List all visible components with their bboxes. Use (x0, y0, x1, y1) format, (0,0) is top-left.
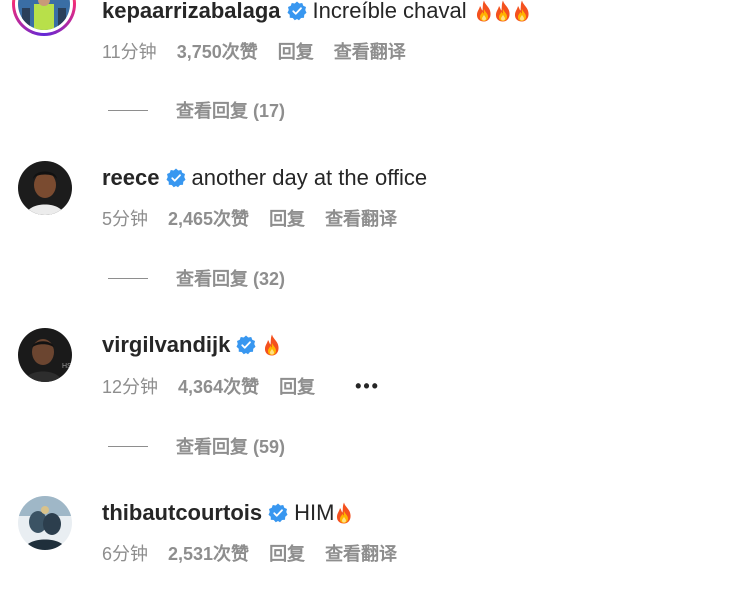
comment-meta: 6分钟 2,531次赞 回复 查看翻译 (102, 541, 417, 565)
username[interactable]: reece (102, 165, 160, 191)
comment-line: reece another day at the office (102, 163, 427, 193)
username[interactable]: kepaarrizabalaga (102, 0, 281, 24)
fire-emoji-icon (494, 0, 512, 22)
username[interactable]: thibautcourtois (102, 500, 262, 526)
comment-time: 5分钟 (102, 209, 149, 229)
likes-count[interactable]: 4,364次赞 (178, 373, 259, 399)
view-replies-button[interactable]: 查看回复 (32) (108, 266, 285, 290)
verified-badge-icon (236, 335, 256, 355)
view-replies-label: 查看回复 (32) (176, 269, 286, 289)
fire-emoji-icon (475, 0, 493, 22)
avatar[interactable] (18, 496, 72, 550)
comment-line: virgilvandijk (102, 330, 281, 360)
avatar-ring-inner (15, 0, 73, 33)
reply-button[interactable]: 回复 (278, 38, 314, 64)
view-replies-button[interactable]: 查看回复 (59) (108, 434, 285, 458)
comment-text: another day at the office (191, 165, 428, 190)
see-translation-button[interactable]: 查看翻译 (325, 540, 397, 566)
replies-divider (108, 445, 148, 447)
comment-text: HIM (294, 500, 335, 525)
fire-emoji-icon (263, 334, 281, 356)
comment-meta: 12分钟 4,364次赞 回复 ••• (102, 374, 400, 398)
svg-text:HS: HS (62, 363, 72, 370)
verified-badge-icon (268, 503, 288, 523)
fire-emoji-icon (335, 502, 353, 524)
more-options-icon[interactable]: ••• (355, 376, 380, 397)
reply-button[interactable]: 回复 (269, 205, 305, 231)
view-replies-button[interactable]: 查看回复 (17) (108, 98, 285, 122)
comment-line: thibautcourtois HIM (102, 498, 353, 528)
view-replies-label: 查看回复 (17) (176, 101, 286, 121)
comment-meta: 5分钟 2,465次赞 回复 查看翻译 (102, 206, 417, 230)
reply-button[interactable]: 回复 (269, 540, 305, 566)
avatar[interactable]: HS (18, 328, 72, 382)
likes-count[interactable]: 3,750次赞 (177, 38, 258, 64)
see-translation-button[interactable]: 查看翻译 (334, 38, 406, 64)
reply-button[interactable]: 回复 (279, 373, 315, 399)
verified-badge-icon (287, 1, 307, 21)
avatar-photo (18, 0, 70, 30)
comment-time: 6分钟 (102, 544, 149, 564)
avatar[interactable] (18, 161, 72, 215)
fire-emoji-icon (513, 0, 531, 22)
likes-count[interactable]: 2,465次赞 (168, 205, 249, 231)
replies-divider (108, 109, 148, 111)
likes-count[interactable]: 2,531次赞 (168, 540, 249, 566)
avatar[interactable] (12, 0, 76, 36)
comment-text: Increíble chaval (312, 0, 467, 23)
comment-line: kepaarrizabalaga Increíble chaval (102, 0, 531, 26)
comment-time: 12分钟 (102, 377, 159, 397)
see-translation-button[interactable]: 查看翻译 (325, 205, 397, 231)
verified-badge-icon (166, 168, 186, 188)
username[interactable]: virgilvandijk (102, 332, 230, 358)
replies-divider (108, 277, 148, 279)
comment-meta: 11分钟 3,750次赞 回复 查看翻译 (102, 39, 426, 63)
comment-time: 11分钟 (102, 42, 157, 62)
view-replies-label: 查看回复 (59) (176, 437, 286, 457)
